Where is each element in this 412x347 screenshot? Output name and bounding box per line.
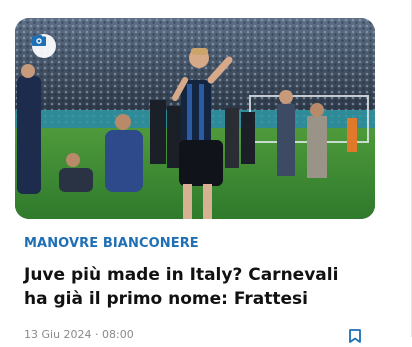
bookmark-icon: [349, 329, 361, 343]
camera-icon: [32, 35, 46, 46]
article-image[interactable]: [15, 18, 375, 219]
camera-badge: [32, 34, 56, 58]
stadium-photo: [15, 18, 375, 219]
article-timestamp: 13 Giu 2024 · 08:00: [24, 328, 134, 341]
article-card[interactable]: MANOVRE BIANCONERE Juve più made in Ital…: [0, 0, 412, 343]
category-label[interactable]: MANOVRE BIANCONERE: [24, 236, 199, 251]
bookmark-button[interactable]: [348, 328, 362, 347]
article-headline[interactable]: Juve più made in Italy? Carnevali ha già…: [24, 263, 364, 311]
